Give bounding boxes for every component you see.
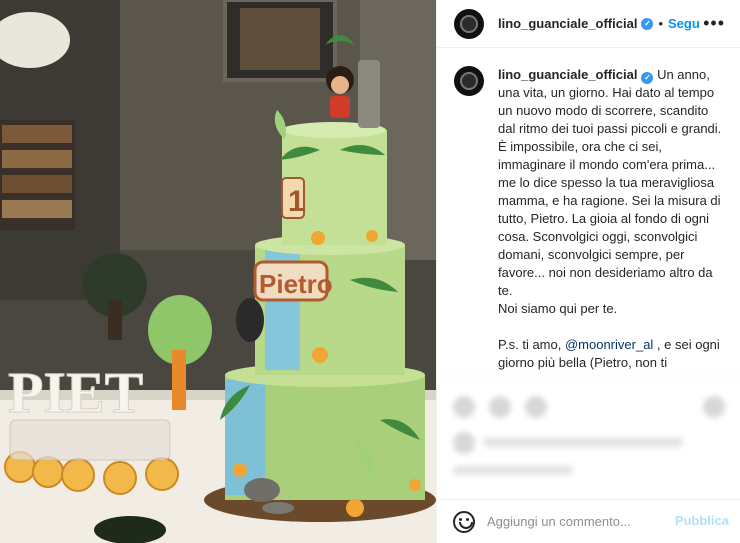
caption: lino_guanciale_official ✓ Un anno, una vi… xyxy=(454,66,729,374)
post-viewer: PIET 1 Pietro lino_guanciale_official ✓ … xyxy=(0,0,740,543)
post-sidebar: lino_guanciale_official ✓ • Segu ••• lin… xyxy=(436,0,740,543)
smiley-icon[interactable] xyxy=(453,510,475,533)
publish-button[interactable]: Pubblica xyxy=(675,513,729,528)
liker-avatar xyxy=(453,432,475,454)
caption-body: Un anno, una vita, un giorno. Hai dato a… xyxy=(498,67,722,352)
header-username[interactable]: lino_guanciale_official xyxy=(498,16,637,31)
comment-icon xyxy=(489,396,511,418)
birthday-cake-photo: PIET 1 Pietro xyxy=(0,0,436,543)
post-header: lino_guanciale_official ✓ • Segu ••• xyxy=(437,0,740,48)
verified-badge-icon: ✓ xyxy=(641,72,654,84)
avatar[interactable] xyxy=(454,8,484,39)
cake-number: 1 xyxy=(288,185,305,218)
like-icon xyxy=(453,396,475,418)
caption-text: lino_guanciale_official ✓ Un anno, una vi… xyxy=(498,66,729,374)
follow-button[interactable]: Segu xyxy=(668,16,700,31)
separator-dot: • xyxy=(658,16,663,31)
save-icon xyxy=(703,396,725,418)
share-icon xyxy=(525,396,547,418)
caption-username[interactable]: lino_guanciale_official xyxy=(498,67,637,82)
profile-picture-icon xyxy=(460,72,478,90)
cake-name: Pietro xyxy=(259,269,333,299)
likes-line xyxy=(483,438,683,447)
caption-avatar[interactable] xyxy=(454,66,484,96)
more-horizontal-icon[interactable]: ••• xyxy=(703,13,725,34)
profile-picture-icon xyxy=(460,14,478,33)
table-letters: PIET xyxy=(8,360,143,425)
post-photo[interactable]: PIET 1 Pietro xyxy=(0,0,436,543)
caption-area[interactable]: lino_guanciale_official ✓ Un anno, una vi… xyxy=(437,48,740,374)
comment-bar: Pubblica xyxy=(437,499,740,543)
verified-badge-icon: ✓ xyxy=(641,17,654,30)
mention-link[interactable]: @moonriver_al xyxy=(565,337,653,352)
comment-input[interactable] xyxy=(487,514,667,529)
blurred-actions-region xyxy=(437,375,740,499)
date-line xyxy=(453,466,573,475)
